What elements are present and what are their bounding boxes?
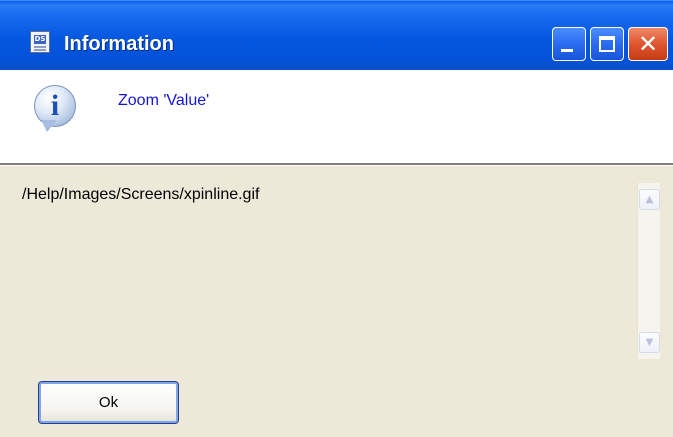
minimize-icon	[561, 49, 573, 52]
vertical-scrollbar[interactable]: ▲ ▼	[637, 183, 660, 359]
chevron-up-icon: ▲	[645, 194, 654, 205]
information-icon-glyph: i	[50, 89, 60, 122]
scroll-down-button[interactable]: ▼	[639, 332, 660, 353]
message-text: Zoom 'Value'	[118, 92, 210, 109]
close-icon: ✕	[637, 30, 659, 58]
information-icon: i	[34, 85, 76, 132]
maximize-button[interactable]	[590, 27, 624, 61]
ok-button[interactable]: Ok	[38, 381, 179, 424]
app-icon-label: DS	[34, 35, 46, 44]
chevron-down-icon: ▼	[645, 337, 654, 348]
scroll-up-button[interactable]: ▲	[639, 189, 660, 210]
message-header	[0, 70, 673, 163]
title-bar[interactable]: DS Information ✕	[0, 0, 673, 70]
window-title: Information	[64, 33, 174, 55]
app-icon: DS	[30, 31, 50, 53]
content-text: /Help/Images/Screens/xpinline.gif	[22, 186, 260, 203]
maximize-icon	[599, 36, 615, 52]
close-button[interactable]: ✕	[628, 27, 668, 61]
app-icon-lines	[34, 46, 46, 48]
minimize-button[interactable]	[552, 27, 586, 61]
